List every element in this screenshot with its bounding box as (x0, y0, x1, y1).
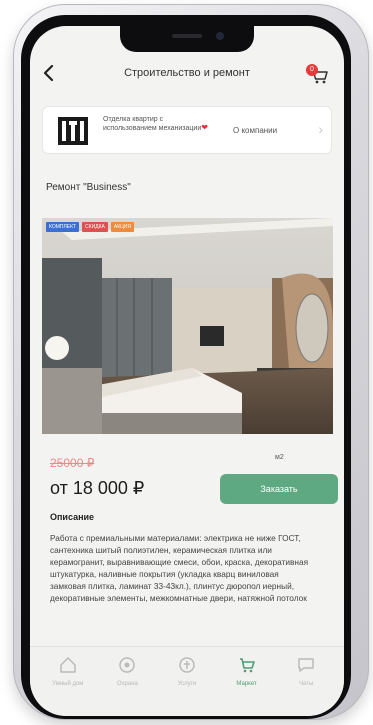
order-button[interactable]: Заказать (220, 474, 338, 504)
old-price: 25000 ₽ (50, 456, 95, 470)
company-logo (58, 117, 88, 145)
product-title: Ремонт "Business" (46, 182, 131, 193)
tag-skidka: СКИДКА (82, 222, 108, 232)
company-description: Отделка квартир с использованием механиз… (103, 116, 211, 133)
chevron-right-icon: › (318, 121, 323, 137)
product-tags: КОМПЛЕКТ СКИДКА АКЦИЯ (46, 222, 135, 232)
top-bar: Строительство и ремонт 0 (30, 56, 344, 92)
tag-komplekt: КОМПЛЕКТ (46, 222, 80, 232)
notch (120, 26, 254, 52)
description-text: Работа с премиальными материалами: элект… (50, 533, 309, 603)
nav-label: Охрана (116, 681, 138, 687)
nav-label: Умный дом (52, 681, 84, 687)
nav-item-services[interactable]: Услуги (159, 655, 215, 716)
tag-aktsiya: АКЦИЯ (110, 222, 135, 232)
nav-item-security[interactable]: Охрана (99, 655, 155, 716)
shield-icon (119, 657, 136, 673)
nav-label: Маркет (236, 681, 257, 687)
services-icon (179, 657, 195, 673)
company-description-text: Отделка квартир с использованием механиз… (103, 116, 202, 132)
bedroom-image (42, 218, 333, 434)
product-photo[interactable]: КОМПЛЕКТ СКИДКА АКЦИЯ (42, 218, 333, 434)
nav-item-market[interactable]: Маркет (219, 655, 275, 716)
nav-item-chats[interactable]: Чаты (278, 655, 334, 716)
cart-badge: 0 (306, 64, 318, 76)
market-icon (239, 658, 255, 673)
nav-label: Чаты (299, 681, 314, 687)
bottom-nav: Умный дом Охрана Услуги Маркет Чаты (30, 646, 344, 716)
page-title: Строительство и ремонт (124, 67, 250, 79)
nav-label: Услуги (177, 681, 197, 687)
company-card[interactable]: Отделка квартир с использованием механиз… (42, 106, 332, 154)
chevron-left-icon (43, 64, 54, 82)
about-company-link[interactable]: О компании (233, 126, 277, 135)
cart-button[interactable]: 0 (306, 64, 330, 86)
nav-item-smart-home[interactable]: Умный дом (40, 655, 96, 716)
camera (216, 32, 224, 40)
speaker (172, 34, 202, 38)
price-unit: м2 (275, 454, 284, 461)
app-screen: Строительство и ремонт 0 Отделка квартир… (30, 26, 344, 716)
current-price: от 18 000 ₽ (50, 478, 145, 498)
heart-icon: ❤ (201, 123, 208, 132)
chat-icon (298, 658, 314, 672)
description-heading: Описание (50, 512, 95, 522)
back-button[interactable] (42, 64, 54, 86)
home-icon (60, 657, 76, 673)
